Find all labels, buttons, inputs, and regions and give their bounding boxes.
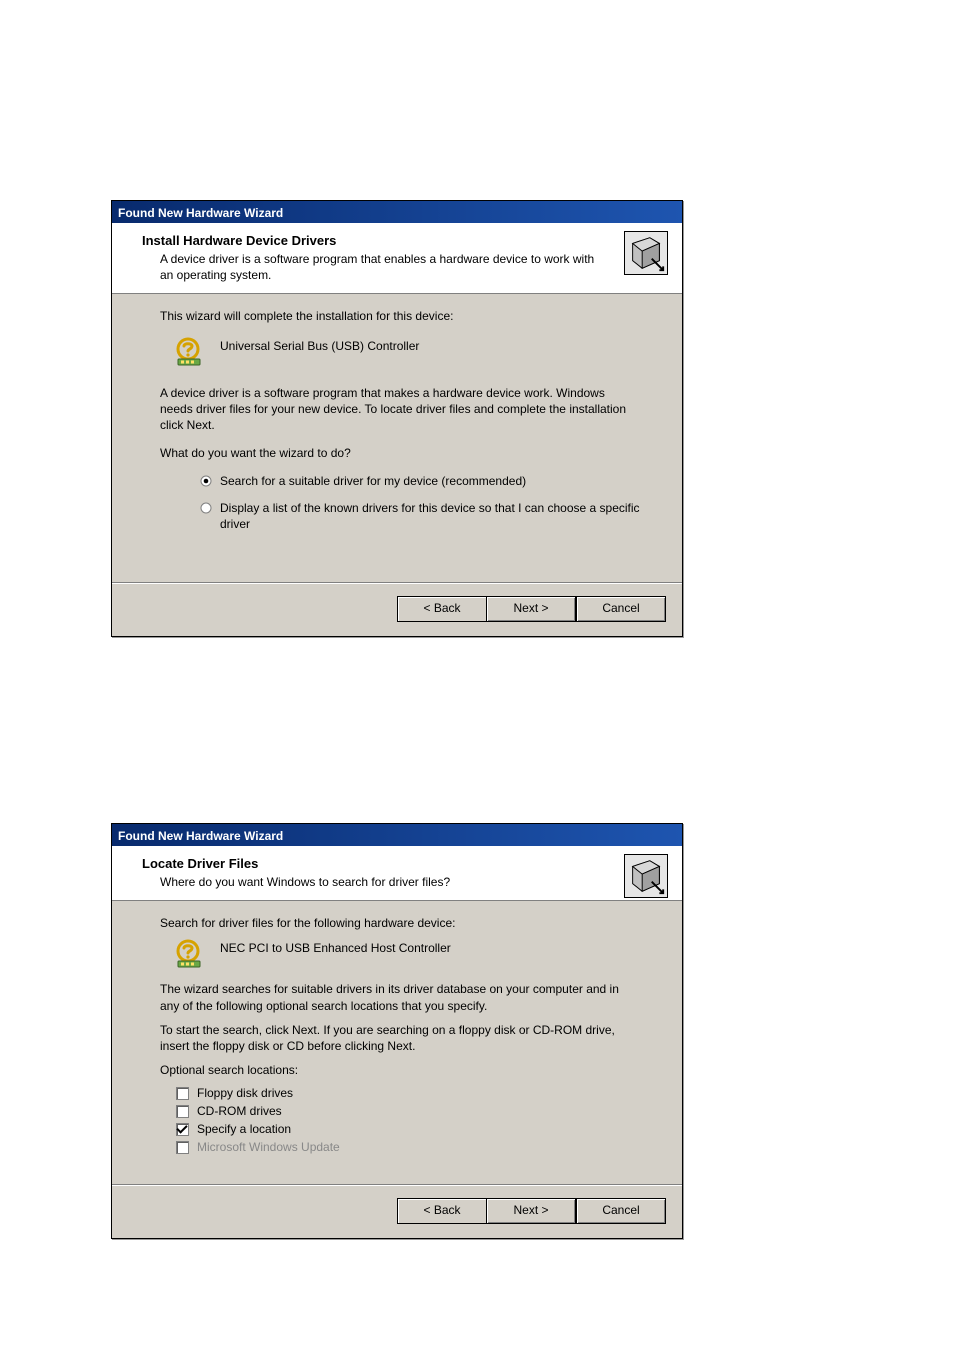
wizard-header-title: Install Hardware Device Drivers: [142, 233, 668, 248]
wizard-body: This wizard will complete the installati…: [112, 294, 682, 566]
wizard-header: Locate Driver Files Where do you want Wi…: [112, 846, 682, 901]
window-title: Found New Hardware Wizard: [118, 829, 283, 843]
window-titlebar: Found New Hardware Wizard: [112, 201, 682, 223]
wizard-body: Search for driver files for the followin…: [112, 901, 682, 1168]
checkbox-label: Specify a location: [197, 1122, 291, 1136]
radio-label: Display a list of the known drivers for …: [220, 500, 668, 532]
wizard-dialog-locate: Found New Hardware Wizard Locate Driver …: [111, 823, 683, 1239]
checkbox-cdrom[interactable]: CD-ROM drives: [176, 1104, 668, 1118]
wizard-header-title: Locate Driver Files: [142, 856, 668, 871]
radio-display[interactable]: Display a list of the known drivers for …: [200, 500, 668, 532]
back-button[interactable]: < Back: [397, 596, 486, 622]
checkbox-label: CD-ROM drives: [197, 1104, 282, 1118]
checkbox-checked-icon: [176, 1123, 189, 1136]
checkbox-group: Floppy disk drives CD-ROM drives Specify…: [176, 1086, 668, 1154]
button-row: < Back Next > Cancel: [112, 584, 682, 636]
intro-text: This wizard will complete the installati…: [160, 308, 660, 324]
checkbox-unchecked-icon: [176, 1087, 189, 1100]
device-row: Universal Serial Bus (USB) Controller: [174, 337, 668, 367]
window-titlebar: Found New Hardware Wizard: [112, 824, 682, 846]
checkbox-unchecked-icon: [176, 1105, 189, 1118]
checkbox-specify[interactable]: Specify a location: [176, 1122, 668, 1136]
explain-text-1: The wizard searches for suitable drivers…: [160, 981, 668, 1013]
hardware-icon: [624, 231, 668, 275]
wizard-header-subtitle: A device driver is a software program th…: [142, 251, 610, 283]
hardware-icon: [624, 854, 668, 898]
button-row: < Back Next > Cancel: [112, 1186, 682, 1238]
checkbox-floppy[interactable]: Floppy disk drives: [176, 1086, 668, 1100]
radio-button-selected-icon: [200, 475, 212, 487]
radio-group: Search for a suitable driver for my devi…: [200, 473, 668, 532]
back-button[interactable]: < Back: [397, 1198, 486, 1224]
optional-locations-label: Optional search locations:: [160, 1062, 660, 1078]
intro-text: Search for driver files for the followin…: [160, 915, 660, 931]
device-row: NEC PCI to USB Enhanced Host Controller: [174, 939, 668, 969]
checkbox-unchecked-icon: [176, 1141, 189, 1154]
next-button[interactable]: Next >: [486, 596, 576, 622]
unknown-device-icon: [174, 337, 204, 367]
window-title: Found New Hardware Wizard: [118, 206, 283, 220]
device-name: Universal Serial Bus (USB) Controller: [220, 339, 419, 353]
wizard-dialog-install: Found New Hardware Wizard Install Hardwa…: [111, 200, 683, 637]
cancel-button[interactable]: Cancel: [576, 596, 666, 622]
unknown-device-icon: [174, 939, 204, 969]
checkbox-label: Microsoft Windows Update: [197, 1140, 340, 1154]
explain-text: A device driver is a software program th…: [160, 385, 668, 434]
radio-button-unselected-icon: [200, 502, 212, 514]
wizard-header-subtitle: Where do you want Windows to search for …: [142, 874, 610, 890]
radio-label: Search for a suitable driver for my devi…: [220, 473, 526, 489]
explain-text-2: To start the search, click Next. If you …: [160, 1022, 668, 1054]
radio-search[interactable]: Search for a suitable driver for my devi…: [200, 473, 668, 489]
cancel-button[interactable]: Cancel: [576, 1198, 666, 1224]
question-text: What do you want the wizard to do?: [160, 445, 660, 461]
wizard-header: Install Hardware Device Drivers A device…: [112, 223, 682, 294]
checkbox-msupdate: Microsoft Windows Update: [176, 1140, 668, 1154]
next-button[interactable]: Next >: [486, 1198, 576, 1224]
device-name: NEC PCI to USB Enhanced Host Controller: [220, 941, 451, 955]
checkbox-label: Floppy disk drives: [197, 1086, 293, 1100]
